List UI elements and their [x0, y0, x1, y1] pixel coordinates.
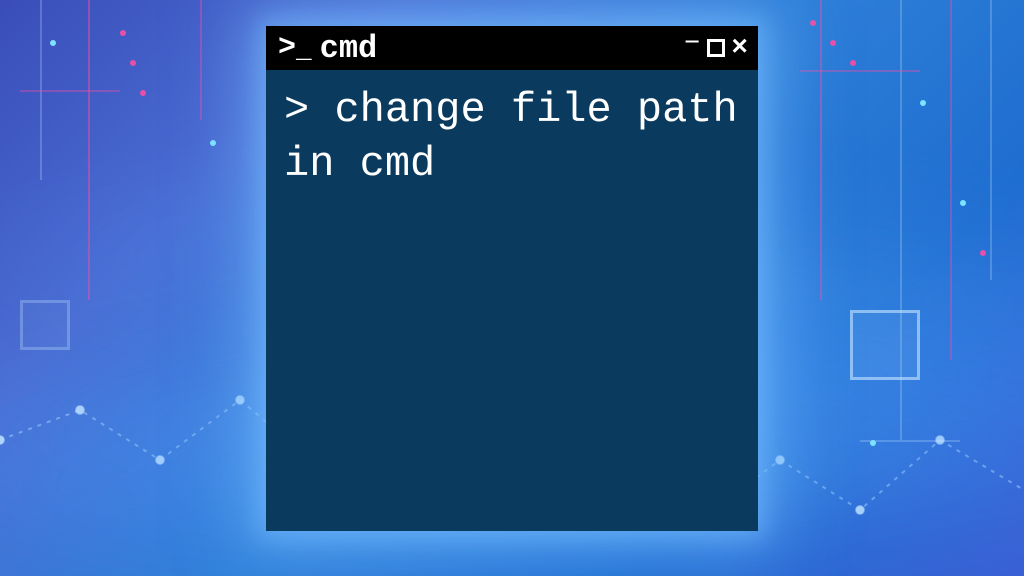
window-title: cmd — [320, 30, 674, 67]
prompt-symbol: > — [284, 86, 309, 134]
close-button[interactable]: × — [731, 33, 748, 64]
titlebar[interactable]: >_ cmd – × — [266, 26, 758, 70]
maximize-button[interactable] — [707, 39, 725, 57]
command-text: change file path in cmd — [284, 86, 763, 188]
terminal-body[interactable]: > change file path in cmd — [266, 70, 758, 206]
window-controls: – × — [683, 31, 748, 65]
terminal-window: >_ cmd – × > change file path in cmd — [266, 26, 758, 531]
terminal-icon: >_ — [278, 31, 310, 65]
minimize-button[interactable]: – — [683, 25, 701, 59]
